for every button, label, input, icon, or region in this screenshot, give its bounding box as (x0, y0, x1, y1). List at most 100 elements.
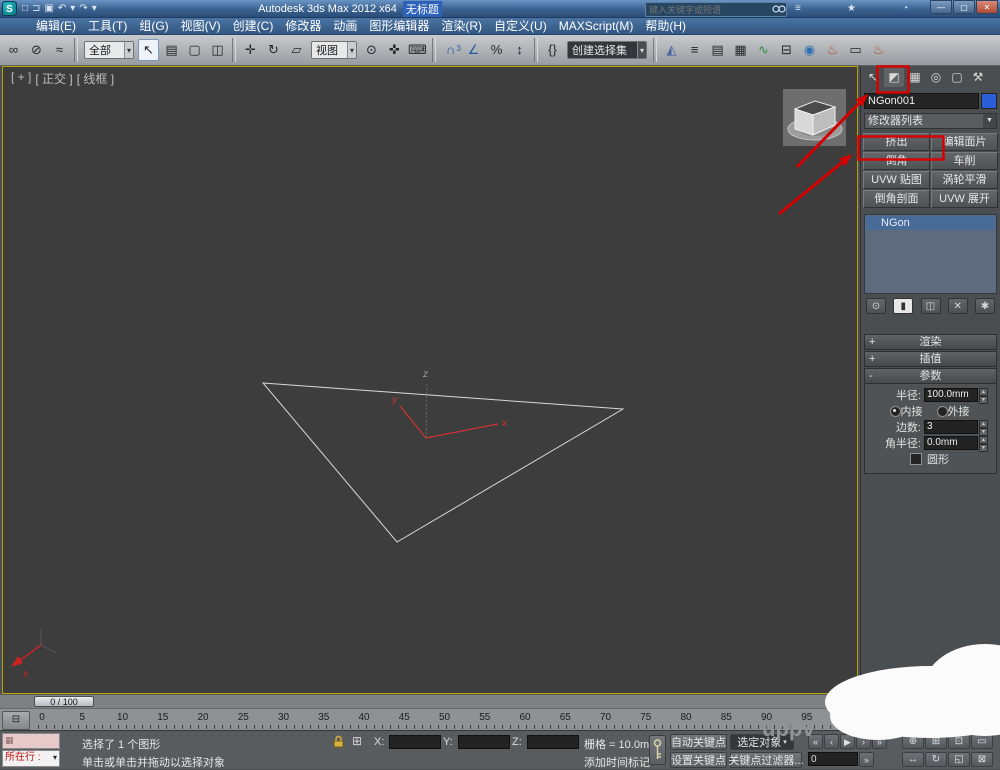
track-bar[interactable]: ⊟ 0 5 10 15 20 25 30 35 40 45 50 55 60 65 70 75 80 85 90 95… (0, 708, 860, 730)
viewport-layout-icon[interactable]: ⊠ (971, 752, 993, 767)
macro-recorder-pane[interactable]: ▦ (2, 733, 60, 749)
undo-icon[interactable]: ↶ (58, 1, 66, 17)
z-coordinate-field[interactable] (527, 735, 579, 749)
spinner-snap-icon[interactable]: ↕ (509, 39, 530, 61)
pan-icon[interactable]: ↔ (902, 752, 924, 767)
curve-editor-icon[interactable]: ∿ (753, 39, 774, 61)
add-time-tag[interactable]: 添加时间标记 (584, 754, 650, 770)
rollout-interpolation[interactable]: + 插值 (864, 351, 997, 367)
modifier-stack-item[interactable]: NGon (866, 216, 995, 230)
inscribed-option[interactable]: 内接 (889, 403, 925, 419)
modifier-button[interactable]: 车削 (931, 152, 998, 170)
named-sets-icon[interactable]: {} (542, 39, 563, 61)
favorites-star-icon[interactable]: ★ (847, 3, 856, 14)
sides-field[interactable]: 3 (924, 420, 978, 434)
spinner-down-icon[interactable]: ▼ (979, 396, 988, 404)
object-color-swatch[interactable] (981, 93, 997, 109)
redo-icon[interactable]: ↷ (79, 1, 87, 17)
radio-icon[interactable] (936, 405, 948, 417)
current-frame-field[interactable] (808, 752, 858, 766)
search-binoculars-icon[interactable] (772, 4, 786, 15)
maxscript-mini-listener[interactable]: 所在行 : ▾ (2, 750, 60, 767)
remove-modifier-icon[interactable]: ✕ (947, 298, 968, 314)
select-by-name-icon[interactable]: ▤ (161, 39, 182, 61)
menu-item[interactable]: 图形编辑器 (363, 18, 435, 35)
next-frame-button[interactable]: › (856, 734, 871, 749)
absolute-mode-icon[interactable]: ⊞ (352, 734, 362, 748)
modifier-button[interactable]: 倒角剖面 (863, 190, 930, 208)
pin-stack-icon[interactable]: ⊙ (866, 298, 886, 314)
save-file-icon[interactable]: ▣ (44, 1, 53, 17)
zoom-region-icon[interactable]: ▭ (971, 734, 993, 749)
menu-item[interactable]: 工具(T) (82, 18, 133, 35)
modifier-button[interactable]: 挤出 (863, 133, 930, 151)
selected-objects-dropdown[interactable]: 选定对象 ▾ (730, 734, 794, 750)
select-and-link-icon[interactable]: ∞ (3, 39, 24, 61)
render-setup-icon[interactable]: ♨ (822, 39, 843, 61)
set-key-mode-button[interactable] (649, 735, 666, 765)
schematic-view-icon[interactable]: ⊟ (776, 39, 797, 61)
open-file-icon[interactable]: ⊐ (32, 1, 40, 17)
open-mini-curve-editor-button[interactable]: ⊟ (2, 711, 30, 730)
zoom-all-icon[interactable]: ⊞ (925, 734, 947, 749)
selection-filter-dropdown[interactable]: 全部 ▾ (84, 41, 134, 59)
circumscribed-option[interactable]: 外接 (936, 403, 972, 419)
undo-caret-icon[interactable]: ▾ (70, 1, 75, 17)
modifier-stack[interactable]: NGon (864, 214, 997, 294)
modify-tab-icon[interactable]: ◩ (884, 67, 904, 87)
auto-key-button[interactable]: 自动关键点 (670, 734, 727, 750)
bind-to-spacewarp-icon[interactable]: ≈ (49, 39, 70, 61)
utilities-tab-icon[interactable]: ⚒ (968, 67, 988, 87)
play-button[interactable]: ▶ (840, 734, 855, 749)
communication-center-icon[interactable]: ◔ (902, 3, 908, 14)
modifier-button[interactable]: UVW 贴图 (863, 171, 930, 189)
select-object-icon[interactable]: ↖ (138, 39, 159, 61)
rendered-frame-icon[interactable]: ▭ (845, 39, 866, 61)
angle-snap-icon[interactable]: ∠ (463, 39, 484, 61)
search-go-icon[interactable]: ≡ (795, 3, 801, 14)
ribbon-toggle-icon[interactable]: ▦ (730, 39, 751, 61)
go-end-button[interactable]: » (872, 734, 887, 749)
key-filters-button[interactable]: 关键点过滤器... (728, 752, 804, 768)
percent-snap-icon[interactable]: % (486, 39, 507, 61)
set-key-button[interactable]: 设置关键点 (670, 752, 727, 768)
menu-item[interactable]: 自定义(U) (488, 18, 553, 35)
x-coordinate-field[interactable] (389, 735, 441, 749)
menu-item[interactable]: 编辑(E) (30, 18, 82, 35)
orbit-icon[interactable]: ↻ (925, 752, 947, 767)
create-tab-icon[interactable]: ↖ (863, 67, 883, 87)
menu-item[interactable]: MAXScript(M) (553, 18, 640, 35)
select-move-icon[interactable]: ✛ (240, 39, 261, 61)
prev-frame-button[interactable]: ‹ (824, 734, 839, 749)
maximize-button[interactable]: ▢ (953, 0, 975, 14)
hierarchy-tab-icon[interactable]: ▦ (905, 67, 925, 87)
show-end-result-icon[interactable]: ▮ (893, 298, 914, 314)
configure-modifier-sets-icon[interactable]: ✱ (975, 298, 995, 314)
corner-radius-field[interactable]: 0.0mm (924, 436, 978, 450)
layer-manager-icon[interactable]: ▤ (707, 39, 728, 61)
y-coordinate-field[interactable] (458, 735, 510, 749)
unlink-selection-icon[interactable]: ⊘ (26, 39, 47, 61)
axis-gizmo[interactable]: y x z (391, 369, 508, 439)
new-file-icon[interactable]: □ (22, 1, 28, 17)
zoom-icon[interactable]: ⊕ (902, 734, 924, 749)
spinner-down-icon[interactable]: ▼ (979, 428, 988, 436)
make-unique-icon[interactable]: ◫ (920, 298, 941, 314)
redo-caret-icon[interactable]: ▾ (92, 1, 97, 17)
menu-item[interactable]: 帮助(H) (639, 18, 692, 35)
viewport[interactable]: [ + ] [ 正交 ] [ 线框 ] y x z x (2, 66, 858, 694)
rollout-parameters[interactable]: - 参数 (864, 368, 997, 384)
motion-tab-icon[interactable]: ◎ (926, 67, 946, 87)
key-step-toggle[interactable]: » (859, 752, 874, 767)
search-input[interactable] (646, 4, 772, 15)
rollout-render[interactable]: + 渲染 (864, 334, 997, 350)
select-rotate-icon[interactable]: ↻ (263, 39, 284, 61)
select-scale-icon[interactable]: ▱ (286, 39, 307, 61)
modifier-button[interactable]: 倒角 (863, 152, 930, 170)
app-menu-logo[interactable]: S (2, 1, 17, 16)
select-manipulate-icon[interactable]: ✜ (384, 39, 405, 61)
display-tab-icon[interactable]: ▢ (947, 67, 967, 87)
snap-toggle-icon[interactable]: ∩ 3 (440, 39, 461, 61)
reference-coordinate-dropdown[interactable]: 视图 ▾ (311, 41, 357, 59)
modifier-button[interactable]: 编辑面片 (931, 133, 998, 151)
